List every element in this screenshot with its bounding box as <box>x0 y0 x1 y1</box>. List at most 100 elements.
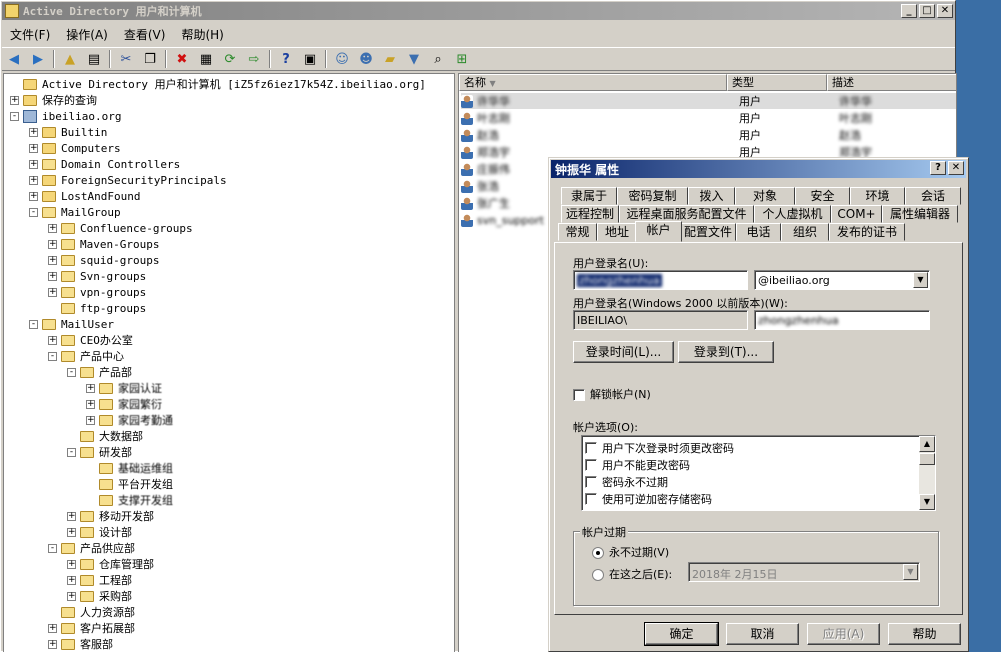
maximize-button[interactable]: □ <box>919 4 935 18</box>
expand-icon[interactable]: + <box>29 127 38 137</box>
tree-node[interactable]: + ForeignSecurityPrincipals <box>29 172 227 188</box>
tree-node[interactable]: + 仓库管理部 <box>67 556 154 572</box>
expand-icon[interactable]: + <box>48 287 57 297</box>
expand-icon[interactable]: + <box>48 255 57 265</box>
expand-icon[interactable]: + <box>86 415 95 425</box>
tree-node[interactable]: + 家园繁衍 <box>86 396 162 412</box>
unlock-account-option[interactable]: 解锁帐户(N) <box>573 386 651 402</box>
delete-icon[interactable]: ✖ <box>172 49 192 69</box>
options-scrollbar[interactable]: ▲ ▼ <box>919 436 935 510</box>
tree-node[interactable]: + Confluence-groups <box>48 220 193 236</box>
tree-node[interactable]: + 家园认证 <box>86 380 162 396</box>
dialog-tab[interactable]: 发布的证书 <box>829 223 905 241</box>
list-item[interactable]: 叶志刚 用户 叶志刚 <box>461 110 956 126</box>
expand-icon[interactable]: + <box>48 239 57 249</box>
tree-node[interactable]: + 采购部 <box>67 588 132 604</box>
never-expires-option[interactable]: 永不过期(V) <box>592 544 669 560</box>
cancel-button[interactable]: 取消 <box>726 623 799 645</box>
never-expires-radio[interactable] <box>592 547 604 559</box>
copy-icon[interactable]: ❐ <box>140 49 160 69</box>
console-tree-icon[interactable]: ▤ <box>84 49 104 69</box>
dialog-tab[interactable]: 电话 <box>736 223 781 241</box>
back-icon[interactable]: ◀ <box>4 49 24 69</box>
dialog-tab[interactable]: 配置文件 <box>680 223 736 241</box>
refresh-icon[interactable]: ⟳ <box>220 49 240 69</box>
dialog-tab[interactable]: 安全 <box>795 187 850 205</box>
dialog-tab[interactable]: 隶属于 <box>561 187 617 205</box>
dialog-tab[interactable]: 对象 <box>735 187 795 205</box>
tree-node[interactable]: + CEO办公室 <box>48 332 133 348</box>
tree-node[interactable]: + 客服部 <box>48 636 113 652</box>
collapse-icon[interactable]: - <box>48 351 57 361</box>
tree-node[interactable]: 基础运维组 <box>86 460 173 476</box>
dialog-tab[interactable]: 环境 <box>850 187 905 205</box>
expand-icon[interactable]: + <box>29 159 38 169</box>
tree-node[interactable]: - 产品中心 <box>48 348 124 364</box>
expand-icon[interactable]: + <box>67 591 76 601</box>
tree-node[interactable]: Active Directory 用户和计算机 [iZ5fz6iez17k54Z… <box>10 76 426 92</box>
expand-icon[interactable]: + <box>48 271 57 281</box>
dialog-tab[interactable]: 地址 <box>597 223 637 241</box>
column-description[interactable]: 描述 <box>827 74 956 91</box>
close-button[interactable]: ✕ <box>937 4 953 18</box>
account-option-item[interactable]: 用户下次登录时须更改密码 <box>585 439 734 456</box>
end-of-radio[interactable] <box>592 569 604 581</box>
dialog-tab[interactable]: 密码复制 <box>617 187 688 205</box>
account-options-list[interactable]: 用户下次登录时须更改密码 用户不能更改密码 密码永不过期 使用可逆加密存储密码 ▲ ▼ <box>581 435 936 511</box>
dialog-tab[interactable]: 组织 <box>781 223 829 241</box>
scroll-down-icon[interactable]: ▼ <box>919 494 935 510</box>
end-of-option[interactable]: 在这之后(E): <box>592 566 672 582</box>
scroll-up-icon[interactable]: ▲ <box>919 436 935 452</box>
expand-icon[interactable]: + <box>67 559 76 569</box>
ok-button[interactable]: 确定 <box>644 622 719 646</box>
dialog-tab[interactable]: 常规 <box>558 223 597 241</box>
console-tree[interactable]: Active Directory 用户和计算机 [iZ5fz6iez17k54Z… <box>3 73 455 652</box>
tree-node[interactable]: + vpn-groups <box>48 284 146 300</box>
tree-node[interactable]: + Builtin <box>29 124 107 140</box>
add-to-group-icon[interactable]: ⊞ <box>452 49 472 69</box>
dialog-tab[interactable]: 属性编辑器 <box>882 205 958 223</box>
tree-node[interactable]: + Maven-Groups <box>48 236 159 252</box>
tree-node[interactable]: + 家园考勤通 <box>86 412 173 428</box>
tree-node[interactable]: - 产品部 <box>67 364 132 380</box>
tree-node[interactable]: - MailUser <box>29 316 114 332</box>
collapse-icon[interactable]: - <box>67 447 76 457</box>
tree-node[interactable]: - 产品供应部 <box>48 540 135 556</box>
expand-icon[interactable]: + <box>48 623 57 633</box>
tree-node[interactable]: + Computers <box>29 140 121 156</box>
tree-node[interactable]: + Svn-groups <box>48 268 146 284</box>
chevron-down-icon[interactable]: ▼ <box>913 272 928 288</box>
filter-icon[interactable]: ▼ <box>404 49 424 69</box>
option-checkbox[interactable] <box>585 458 597 471</box>
logon-hours-button[interactable]: 登录时间(L)... <box>573 341 674 363</box>
collapse-icon[interactable]: - <box>48 543 57 553</box>
expand-icon[interactable]: + <box>67 511 76 521</box>
new-user-icon[interactable]: ☺ <box>332 49 352 69</box>
account-option-item[interactable]: 使用可逆加密存储密码 <box>585 490 734 507</box>
expand-icon[interactable]: + <box>48 223 57 233</box>
tree-node[interactable]: + 工程部 <box>67 572 132 588</box>
menu-view[interactable]: 查看(V) <box>116 26 174 43</box>
tree-node[interactable]: 支撑开发组 <box>86 492 173 508</box>
expand-icon[interactable]: + <box>67 527 76 537</box>
apply-button[interactable]: 应用(A) <box>807 623 880 645</box>
scroll-thumb[interactable] <box>919 453 935 465</box>
console-help-icon[interactable]: ▣ <box>300 49 320 69</box>
tree-node[interactable]: + squid-groups <box>48 252 159 268</box>
logon-name-input[interactable]: zhongzhenhua <box>573 270 748 290</box>
expand-icon[interactable]: + <box>29 191 38 201</box>
list-item[interactable]: 赵浩 用户 赵浩 <box>461 127 956 143</box>
dialog-tab[interactable]: 远程控制 <box>561 205 619 223</box>
expand-icon[interactable]: + <box>29 175 38 185</box>
tree-node[interactable]: - ibeiliao.org <box>10 108 121 124</box>
logon-to-button[interactable]: 登录到(T)... <box>678 341 774 363</box>
up-folder-icon[interactable]: ▲ <box>60 49 80 69</box>
help-icon[interactable]: ? <box>276 49 296 69</box>
new-group-icon[interactable]: ☻ <box>356 49 376 69</box>
dialog-tab[interactable]: 拨入 <box>688 187 735 205</box>
find-icon[interactable]: ⌕ <box>428 49 448 69</box>
cut-icon[interactable]: ✂ <box>116 49 136 69</box>
tree-node[interactable]: + 移动开发部 <box>67 508 154 524</box>
expand-icon[interactable]: + <box>86 399 95 409</box>
dialog-tab[interactable]: 会话 <box>905 187 961 205</box>
